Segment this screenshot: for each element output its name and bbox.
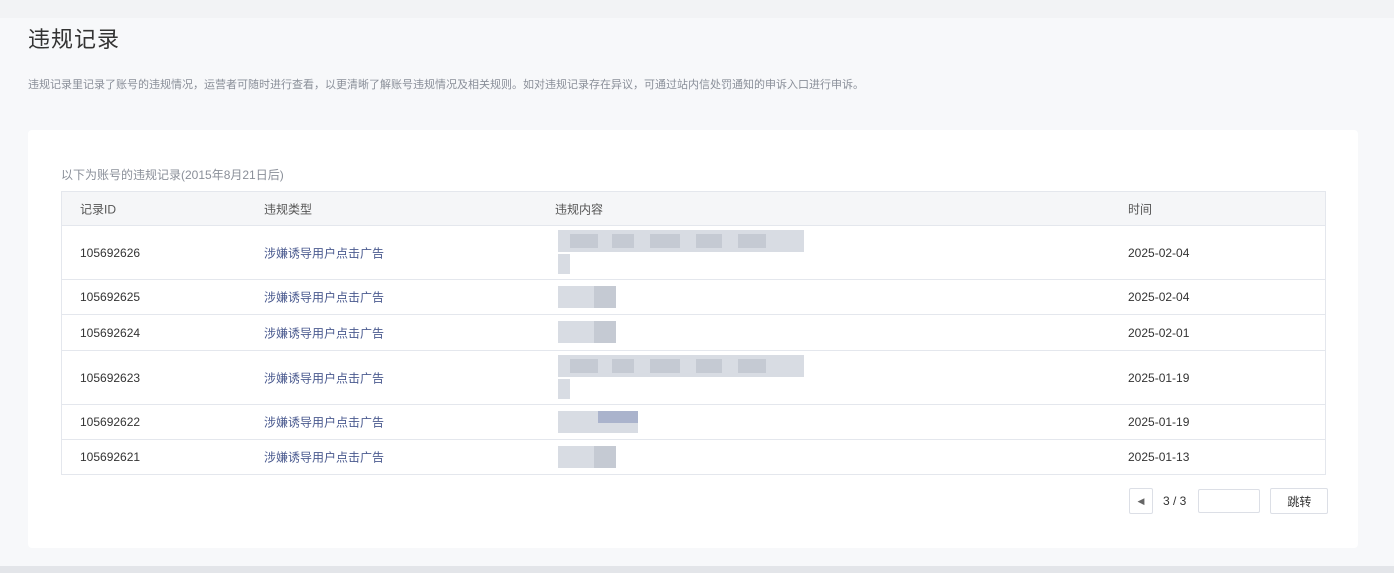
caret-left-icon: ◀ xyxy=(1137,495,1145,506)
column-header-time: 时间 xyxy=(1128,202,1153,216)
violation-type-link[interactable]: 涉嫌诱导用户点击广告 xyxy=(264,244,384,261)
violation-content-redacted xyxy=(500,280,800,314)
pagination: ◀ 3 / 3 跳转 xyxy=(1129,488,1329,514)
violation-content-redacted xyxy=(500,315,800,350)
record-id: 105692624 xyxy=(80,325,141,340)
page-indicator: 3 / 3 xyxy=(1163,494,1187,508)
table-row: 105692621 涉嫌诱导用户点击广告 2025-01-13 xyxy=(62,440,1325,474)
page-description: 违规记录里记录了账号的违规情况，运营者可随时进行查看，以更清晰了解账号违规情况及… xyxy=(28,79,864,91)
column-header-content: 违规内容 xyxy=(555,202,604,216)
record-time: 2025-01-13 xyxy=(1128,450,1190,464)
table-row: 105692622 涉嫌诱导用户点击广告 2025-01-19 xyxy=(62,405,1325,440)
records-table: 记录ID 违规类型 违规内容 时间 105692626 涉嫌诱导用户点击广告 2… xyxy=(61,191,1326,475)
table-row: 105692626 涉嫌诱导用户点击广告 2025-02-04 xyxy=(62,226,1325,280)
page-number-input[interactable] xyxy=(1198,489,1261,513)
record-id: 105692623 xyxy=(80,370,141,385)
page-title: 违规记录 xyxy=(28,27,121,52)
jump-button[interactable]: 跳转 xyxy=(1270,488,1329,514)
record-time: 2025-02-04 xyxy=(1128,245,1190,260)
record-time: 2025-01-19 xyxy=(1128,415,1190,429)
violation-content-redacted xyxy=(500,405,800,439)
record-id: 105692625 xyxy=(80,290,141,304)
record-id: 105692621 xyxy=(80,450,141,464)
record-time: 2025-02-01 xyxy=(1128,325,1190,340)
top-strip xyxy=(0,0,1394,18)
bottom-bar xyxy=(0,566,1394,573)
violation-type-link[interactable]: 涉嫌诱导用户点击广告 xyxy=(264,324,384,341)
violation-type-link[interactable]: 涉嫌诱导用户点击广告 xyxy=(264,449,384,466)
table-row: 105692624 涉嫌诱导用户点击广告 2025-02-01 xyxy=(62,315,1325,351)
table-row: 105692623 涉嫌诱导用户点击广告 2025-01-19 xyxy=(62,351,1325,405)
prev-page-button[interactable]: ◀ xyxy=(1129,488,1153,514)
table-header: 记录ID 违规类型 违规内容 时间 xyxy=(62,192,1325,226)
violation-content-redacted xyxy=(500,351,804,404)
violation-type-link[interactable]: 涉嫌诱导用户点击广告 xyxy=(264,369,384,386)
violation-type-link[interactable]: 涉嫌诱导用户点击广告 xyxy=(264,414,384,431)
column-header-type: 违规类型 xyxy=(264,202,313,216)
records-subtitle: 以下为账号的违规记录(2015年8月21日后) xyxy=(61,168,284,182)
violation-records-page: 违规记录 违规记录里记录了账号的违规情况，运营者可随时进行查看，以更清晰了解账号… xyxy=(0,0,1394,573)
record-id: 105692622 xyxy=(80,415,141,429)
violation-content-redacted xyxy=(500,440,800,474)
record-time: 2025-01-19 xyxy=(1128,370,1190,385)
violation-content-redacted xyxy=(500,226,804,279)
record-time: 2025-02-04 xyxy=(1128,290,1190,304)
record-id: 105692626 xyxy=(80,245,141,260)
column-header-id: 记录ID xyxy=(80,202,117,216)
violation-type-link[interactable]: 涉嫌诱导用户点击广告 xyxy=(264,289,384,306)
table-row: 105692625 涉嫌诱导用户点击广告 2025-02-04 xyxy=(62,280,1325,315)
records-card: 以下为账号的违规记录(2015年8月21日后) 记录ID 违规类型 违规内容 时… xyxy=(28,130,1358,548)
